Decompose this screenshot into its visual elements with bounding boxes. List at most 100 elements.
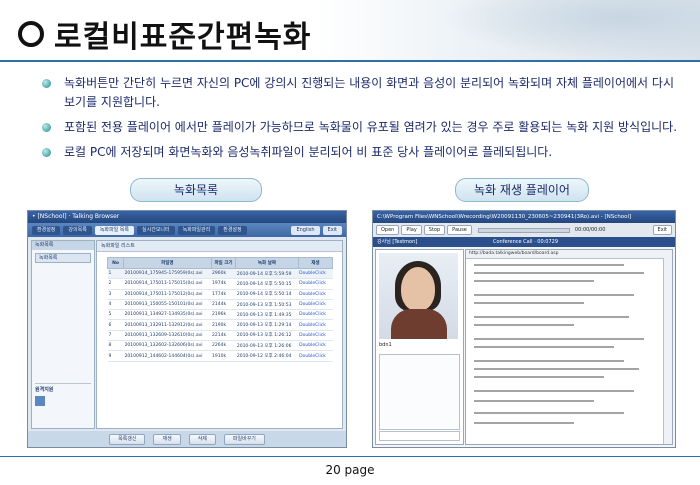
table-cell: 2 (107, 278, 124, 290)
exit-button[interactable]: Exit (652, 225, 672, 235)
player-controls: Open Play Stop Pause 00:00/00:00 Exit (373, 223, 675, 238)
page-title: 로컬비표준간편녹화 (54, 20, 312, 55)
table-cell: 20100913_132602-132606(0s).avi (123, 340, 212, 352)
table-cell: 2010-09-13 오후 1:29:14 (235, 319, 299, 331)
board-text-line (474, 400, 594, 402)
header-rule (0, 60, 700, 62)
bullet-dot-icon (42, 148, 51, 157)
play-button[interactable]: Play (401, 225, 422, 235)
bullet-text: 녹화버튼만 간단히 누르면 자신의 PC에 강의시 진행되는 내용이 화면과 음… (64, 76, 674, 109)
exit-button[interactable]: Exit (322, 225, 342, 235)
tab-recordings[interactable]: 녹화파일 목록 (94, 225, 135, 235)
table-cell: 2196k (211, 309, 236, 321)
delete-button[interactable]: 삭제 (188, 433, 216, 445)
bullet-dot-icon (42, 79, 51, 88)
table-cell: 20100913_132609-132610(0s).avi (123, 330, 212, 342)
tab-config[interactable]: 환경설정 (218, 225, 247, 235)
table-cell: 4 (107, 299, 124, 311)
tab-file-manage[interactable]: 녹화파일관리 (177, 225, 216, 235)
table-cell: 8 (107, 340, 124, 352)
refresh-button[interactable]: 목록갱신 (109, 433, 146, 445)
header-decoration (440, 0, 700, 60)
open-button[interactable]: Open (376, 225, 400, 235)
table-cell: DoubleClick (298, 319, 333, 331)
bottom-toolbar: 목록갱신 재생 삭제 파일바꾸기 (28, 431, 346, 447)
bullet-dot-icon (42, 123, 51, 132)
table-row[interactable]: 1 20100914_175945-175959(0s).avi 2960k 2010… (107, 268, 333, 280)
chat-input[interactable] (379, 431, 460, 441)
board-text-line (474, 302, 584, 304)
table-cell: 1910k (211, 350, 236, 362)
table-cell: 2960k (211, 268, 236, 280)
player-titlebar: C:\WProgram Files\WNSchool\Wrecording\W2… (373, 211, 675, 223)
table-cell: 2190k (211, 319, 236, 331)
stop-button[interactable]: Stop (423, 225, 446, 235)
table-cell: DoubleClick (298, 309, 333, 321)
seek-bar[interactable] (477, 227, 570, 233)
table-cell: 2010-09-13 오후 1:49:35 (235, 309, 299, 321)
table-row[interactable]: 7 20100913_132609-132610(0s).avi 2214k 2010… (107, 330, 333, 342)
board-url: http://bada.talkingweb/board/board.asp (466, 250, 672, 259)
table-cell: 2214k (211, 330, 236, 342)
table-cell: 2264k (211, 340, 236, 352)
bullet-text: 로컬 PC에 저장되며 화면녹화와 음성녹취파일이 분리되어 비 표준 당사 플… (64, 145, 553, 159)
remote-support-panel: 원격지원 (35, 383, 91, 424)
column-header: 녹화 날짜 (235, 257, 299, 269)
pause-button[interactable]: Pause (447, 225, 472, 235)
column-header: 파일명 (123, 257, 212, 269)
table-cell: 20100912_144602-144604(0s).avi (123, 350, 212, 362)
english-button[interactable]: English (291, 225, 320, 235)
table-cell: 7 (107, 330, 124, 342)
tab-monitor[interactable]: 실시간모니터 (137, 225, 175, 235)
table-row[interactable]: 9 20100912_144602-144604(0s).avi 1910k 2010… (107, 350, 333, 362)
table-cell: DoubleClick (298, 350, 333, 362)
table-cell: DoubleClick (298, 268, 333, 280)
board-text-line (474, 264, 624, 266)
table-row[interactable]: 6 20100913_132911-132912(0s).avi 2190k 2010… (107, 319, 333, 331)
rename-button[interactable]: 파일바꾸기 (223, 433, 265, 445)
column-header: 파일 크기 (210, 257, 237, 269)
bullet-text: 포함된 전용 플레이어 에서만 플레이가 가능하므로 녹화물이 유포될 염려가 … (64, 120, 678, 134)
conference-bar: 강사님 [Testmon] Conference Call · 00:0729 (373, 237, 675, 247)
board-text-line (474, 360, 624, 362)
table-row[interactable]: 8 20100913_132602-132606(0s).avi 2264k 2010… (107, 340, 333, 352)
table-cell: 1774k (211, 289, 236, 300)
table-row[interactable]: 2 20100914_175011-175015(0s).avi 1974k 2010… (107, 278, 333, 290)
video-panel: bdn1 (375, 249, 464, 445)
table-cell: DoubleClick (298, 289, 333, 300)
tab-lectures[interactable]: 강의목록 (63, 225, 92, 235)
window-titlebar: • [NSchool] · Talking Browser (28, 211, 346, 223)
board-text-line (474, 272, 644, 274)
table-row[interactable]: 3 20100914_175011-175012(0s).avi 1774k 2010… (107, 289, 333, 300)
table-cell: 20100913_150055-150101(0s).avi (123, 299, 212, 311)
panel-header: 녹화파일 리스트 (97, 241, 342, 252)
table-cell: 20100914_175011-175015(0s).avi (123, 278, 212, 290)
recording-list-screenshot: • [NSchool] · Talking Browser 환경설정 강의목록 … (27, 210, 347, 448)
page-number: 20 page (325, 463, 375, 477)
table-cell: 5 (107, 309, 124, 321)
table-cell: DoubleClick (298, 340, 333, 352)
table-row[interactable]: 4 20100913_150055-150101(0s).avi 2144k 2010… (107, 299, 333, 311)
play-button[interactable]: 재생 (153, 433, 181, 445)
recording-table-panel: 녹화파일 리스트 No 파일명 파일 크기 녹화 날짜 재생 1 20100914… (96, 240, 343, 429)
table-cell: 2010-09-14 오후 5:59:59 (235, 268, 299, 280)
column-header: 재생 (297, 257, 334, 269)
presenter-face (401, 267, 435, 311)
table-cell: 2010-09-14 오후 5:50:14 (235, 289, 299, 300)
conference-title: Conference Call · 00:0729 (493, 239, 559, 245)
table-row[interactable]: 5 20100913_134927-134935(0s).avi 2196k 2010… (107, 309, 333, 321)
window-body: 녹화목록 녹화목록 원격지원 녹화파일 리스트 No 파일명 파일 크기 녹화 … (28, 237, 346, 447)
player-label: 녹화 재생 플레이어 (455, 178, 589, 202)
table-cell: 2010-09-13 오후 1:50:53 (235, 299, 299, 311)
recording-table: No 파일명 파일 크기 녹화 날짜 재생 1 20100914_175945-1… (106, 257, 334, 362)
whiteboard: http://bada.talkingweb/board/board.asp (465, 249, 673, 445)
table-cell: 2010-09-13 오후 1:26:12 (235, 330, 299, 342)
tab-settings[interactable]: 환경설정 (32, 225, 61, 235)
recording-list-label: 녹화목록 (130, 178, 262, 202)
table-cell: 2144k (211, 299, 236, 311)
remote-support-icon (35, 396, 45, 406)
sidebar-item-recordings[interactable]: 녹화목록 (35, 253, 91, 263)
board-text-line (474, 294, 634, 296)
time-display: 00:00/00:00 (574, 227, 606, 233)
table-cell: 20100913_134927-134935(0s).avi (123, 309, 212, 321)
